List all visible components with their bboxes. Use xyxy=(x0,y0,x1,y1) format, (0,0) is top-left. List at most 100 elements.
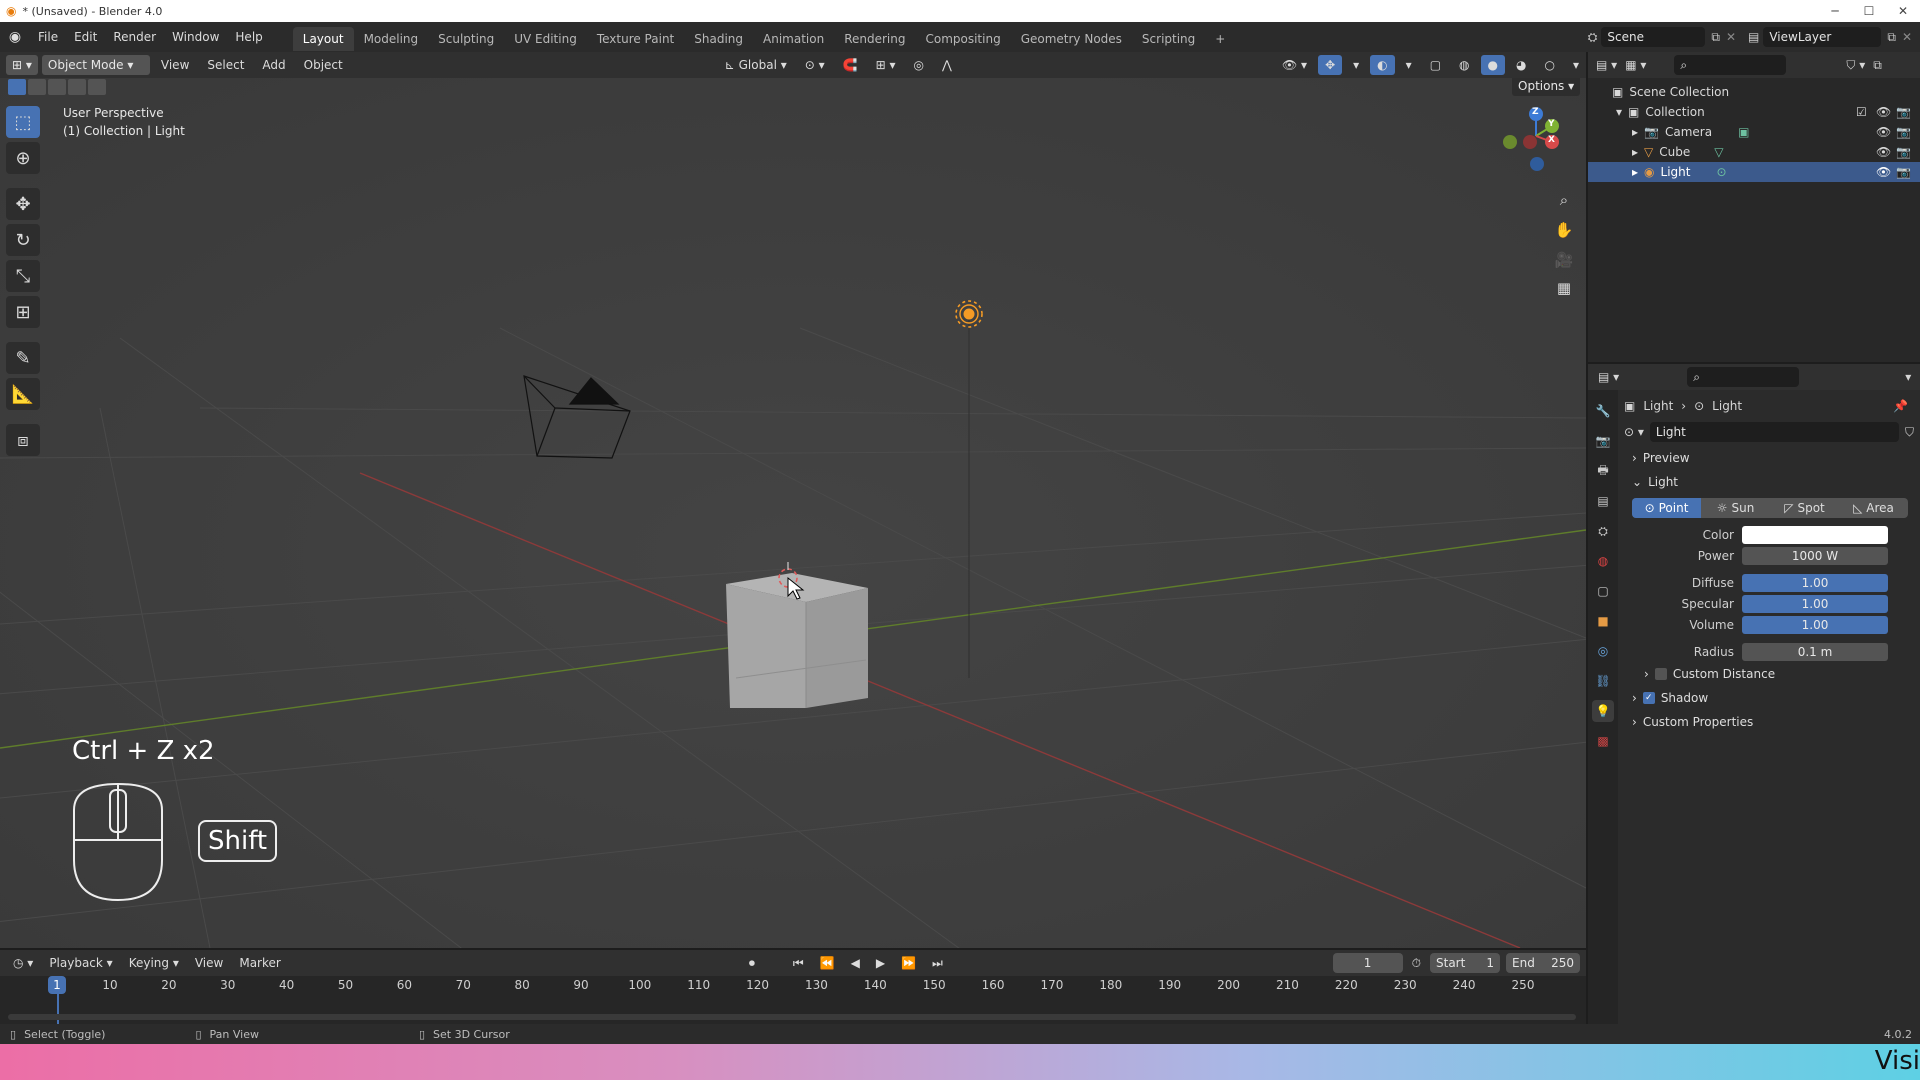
overlays-icon[interactable]: ◐ xyxy=(1370,55,1395,75)
pivot-point-icon[interactable]: ⊙ ▾ xyxy=(798,55,832,75)
tab-shading[interactable]: Shading xyxy=(684,27,753,51)
select-invert-icon[interactable] xyxy=(68,79,86,95)
menu-marker[interactable]: Marker xyxy=(232,953,287,973)
blender-menu-icon[interactable]: ◉ xyxy=(0,29,30,45)
collapse-arrow-icon[interactable]: ▾ xyxy=(1616,105,1622,119)
menu-select[interactable]: Select xyxy=(200,55,251,75)
scene-tab-icon[interactable]: ⛭ xyxy=(1592,520,1614,542)
visibility-eye-icon[interactable]: 👁 xyxy=(1876,105,1891,119)
transform-orientation-selector[interactable]: ⊾ Global ▾ xyxy=(718,55,794,75)
expand-arrow-icon[interactable]: ▸ xyxy=(1632,165,1638,179)
outliner-scene-collection[interactable]: ▣ Scene Collection xyxy=(1588,82,1920,102)
gizmo-toggle-icon[interactable]: ✥ xyxy=(1318,55,1343,75)
tab-uv-editing[interactable]: UV Editing xyxy=(504,27,587,51)
gizmo-dropdown-icon[interactable]: ▾ xyxy=(1346,55,1366,75)
overlays-dropdown-icon[interactable]: ▾ xyxy=(1399,55,1419,75)
tab-scripting[interactable]: Scripting xyxy=(1132,27,1205,51)
select-subtract-icon[interactable] xyxy=(48,79,66,95)
exclude-checkbox[interactable]: ☑ xyxy=(1856,105,1867,119)
datablock-browse-icon[interactable]: ⊙ ▾ xyxy=(1624,425,1644,439)
panel-custom-properties[interactable]: › Custom Properties xyxy=(1624,710,1914,734)
visibility-icon[interactable]: 👁 ▾ xyxy=(1275,55,1314,75)
world-tab-icon[interactable]: ◍ xyxy=(1592,550,1614,572)
volume-slider[interactable]: 1.00 xyxy=(1742,615,1888,634)
render-camera-icon[interactable]: 📷 xyxy=(1896,105,1911,119)
snap-target-icon[interactable]: ⊞ ▾ xyxy=(869,55,903,75)
properties-options-icon[interactable]: ▾ xyxy=(1905,370,1911,384)
expand-arrow-icon[interactable]: ▸ xyxy=(1632,145,1638,159)
camera-view-icon[interactable]: 🎥 xyxy=(1550,246,1578,274)
filter-icon[interactable]: ⛉ ▾ xyxy=(1846,58,1865,73)
select-extend-icon[interactable] xyxy=(28,79,46,95)
outliner-collection[interactable]: ▾ ▣ Collection ☑ 👁 📷 xyxy=(1588,102,1920,122)
menu-help[interactable]: Help xyxy=(227,22,270,52)
measure-tool-icon[interactable]: 📐 xyxy=(6,378,40,410)
menu-file[interactable]: File xyxy=(30,22,66,52)
tab-texture-paint[interactable]: Texture Paint xyxy=(587,27,684,51)
color-swatch[interactable] xyxy=(1742,525,1888,544)
solid-shading-icon[interactable]: ● xyxy=(1480,55,1505,75)
shading-dropdown-icon[interactable]: ▾ xyxy=(1566,55,1586,75)
expand-arrow-icon[interactable]: ▸ xyxy=(1632,125,1638,139)
timeline-editor-type-icon[interactable]: ◷ ▾ xyxy=(6,953,40,973)
menu-playback[interactable]: Playback ▾ xyxy=(42,953,119,973)
tool-tab-icon[interactable]: 🔧 xyxy=(1592,400,1614,422)
tab-rendering[interactable]: Rendering xyxy=(834,27,915,51)
pin-icon[interactable]: 📌 xyxy=(1893,399,1908,413)
scale-tool-icon[interactable]: ⤡ xyxy=(6,260,40,292)
shadow-checkbox[interactable]: ✓ xyxy=(1642,692,1655,704)
play-reverse-icon[interactable]: ◀ xyxy=(844,953,867,973)
select-intersect-icon[interactable] xyxy=(88,79,106,95)
power-field[interactable]: 1000 W xyxy=(1742,546,1888,565)
outliner-item-camera[interactable]: ▸ 📷 Camera ▣ 👁 📷 xyxy=(1588,122,1920,142)
options-button[interactable]: Options ▾ xyxy=(1512,78,1581,96)
collection-tab-icon[interactable]: ▢ xyxy=(1592,580,1614,602)
tab-sculpting[interactable]: Sculpting xyxy=(428,27,504,51)
menu-view[interactable]: View xyxy=(154,55,196,75)
mesh-data-icon[interactable]: ▽ xyxy=(1714,145,1723,159)
light-type-sun-button[interactable]: ☼ Sun xyxy=(1701,498,1770,518)
tab-layout[interactable]: Layout xyxy=(292,26,354,51)
visibility-eye-icon[interactable]: 👁 xyxy=(1876,145,1891,159)
light-type-area-button[interactable]: ◺ Area xyxy=(1839,498,1908,518)
new-scene-icon[interactable]: ⧉ xyxy=(1711,30,1720,45)
light-type-selector[interactable]: ⊙ Point ☼ Sun ◸ Spot ◺ Area xyxy=(1632,498,1908,518)
jump-end-icon[interactable]: ⏭ xyxy=(925,953,950,973)
light-data-tab-icon[interactable]: 💡 xyxy=(1592,700,1614,722)
properties-search-input[interactable]: ⌕ xyxy=(1687,367,1800,387)
current-frame-field[interactable]: 1 xyxy=(1332,953,1403,973)
view-layer-icon[interactable]: ▤ xyxy=(1748,30,1759,44)
menu-keying[interactable]: Keying ▾ xyxy=(122,953,186,973)
tab-compositing[interactable]: Compositing xyxy=(915,27,1010,51)
panel-light[interactable]: ⌄ Light xyxy=(1624,470,1914,494)
outliner-search-input[interactable]: ⌕ xyxy=(1674,55,1787,75)
visibility-eye-icon[interactable]: 👁 xyxy=(1876,165,1891,179)
timeline-area[interactable]: 10 20 30 40 50 60 70 80 90 100 110 120 130 140 150 160 1… xyxy=(0,976,1586,1024)
minimize-button[interactable]: ─ xyxy=(1818,0,1852,22)
annotate-tool-icon[interactable]: ✎ xyxy=(6,342,40,374)
diffuse-slider[interactable]: 1.00 xyxy=(1742,573,1888,592)
add-cube-tool-icon[interactable]: ⧈ xyxy=(6,424,40,456)
light-type-point-button[interactable]: ⊙ Point xyxy=(1632,498,1701,518)
transform-tool-icon[interactable]: ⊞ xyxy=(6,296,40,328)
tab-modeling[interactable]: Modeling xyxy=(354,27,429,51)
jump-start-icon[interactable]: ⏮ xyxy=(786,953,811,973)
add-workspace-button[interactable]: + xyxy=(1205,27,1235,51)
specular-slider[interactable]: 1.00 xyxy=(1742,594,1888,613)
pan-hand-icon[interactable]: ✋ xyxy=(1550,216,1578,244)
constraints-tab-icon[interactable]: ⛓ xyxy=(1592,670,1614,692)
play-icon[interactable]: ▶ xyxy=(869,953,892,973)
select-new-icon[interactable] xyxy=(8,79,26,95)
outliner-editor-type-icon[interactable]: ▤ ▾ xyxy=(1596,58,1617,72)
render-camera-icon[interactable]: 📷 xyxy=(1896,145,1911,159)
scene-icon[interactable]: ⛭ xyxy=(1588,30,1598,45)
jump-keyframe-forward-icon[interactable]: ⏩ xyxy=(894,953,923,973)
camera-data-icon[interactable]: ▣ xyxy=(1738,125,1749,139)
panel-preview[interactable]: › Preview xyxy=(1624,446,1914,470)
snap-icon[interactable]: 🧲 xyxy=(836,55,865,75)
end-frame-field[interactable]: End 250 xyxy=(1506,953,1580,973)
outliner-item-light[interactable]: ▸ ◉ Light ⊙ 👁 📷 xyxy=(1588,162,1920,182)
material-shading-icon[interactable]: ◕ xyxy=(1509,55,1533,75)
menu-object[interactable]: Object xyxy=(297,55,350,75)
start-frame-field[interactable]: Start 1 xyxy=(1430,953,1500,973)
